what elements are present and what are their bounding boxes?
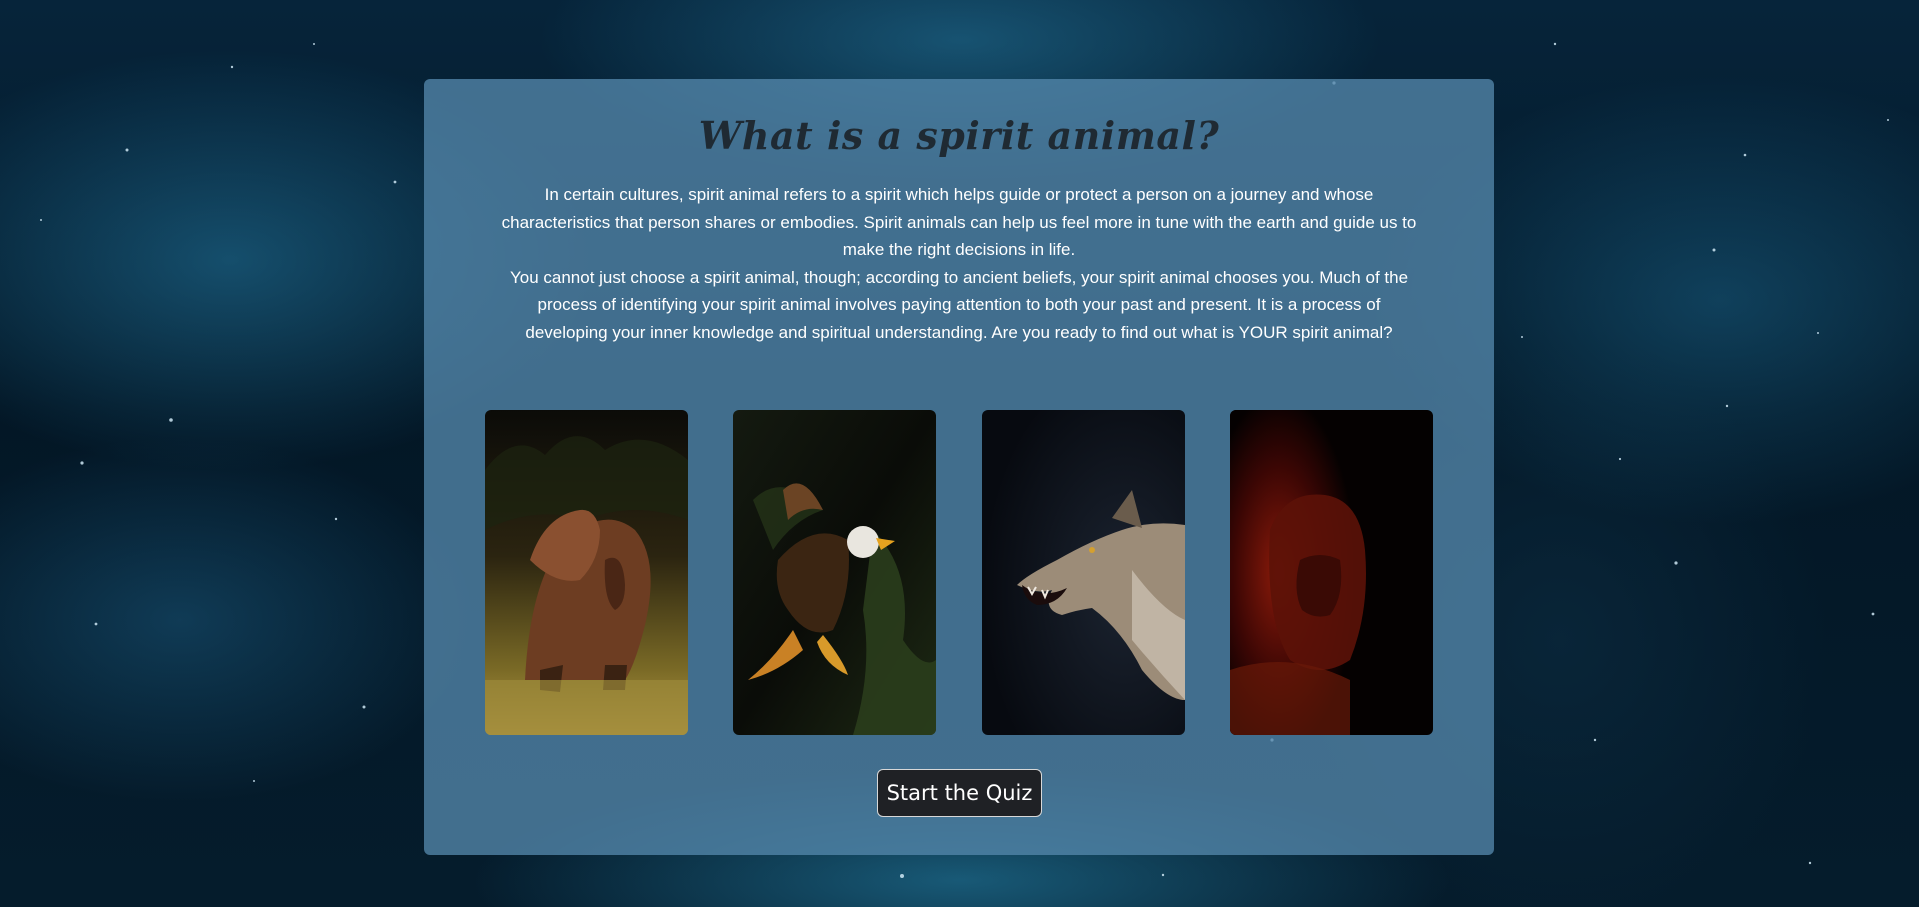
page-title: What is a spirit animal? [698, 113, 1220, 158]
eagle-illustration [733, 410, 936, 735]
intro-card: What is a spirit animal? In certain cult… [424, 79, 1494, 855]
lion-image [1230, 410, 1433, 735]
lion-illustration [1230, 410, 1433, 735]
intro-paragraph-2: You cannot just choose a spirit animal, … [509, 267, 1409, 342]
bear-illustration [485, 410, 688, 735]
wolf-illustration [982, 410, 1185, 735]
eagle-image [733, 410, 936, 735]
bear-image [485, 410, 688, 735]
intro-text: In certain cultures, spirit animal refer… [499, 181, 1419, 346]
start-quiz-button[interactable]: Start the Quiz [877, 769, 1042, 817]
intro-paragraph-1: In certain cultures, spirit animal refer… [501, 185, 1417, 259]
wolf-image [982, 410, 1185, 735]
animal-gallery [485, 410, 1433, 735]
